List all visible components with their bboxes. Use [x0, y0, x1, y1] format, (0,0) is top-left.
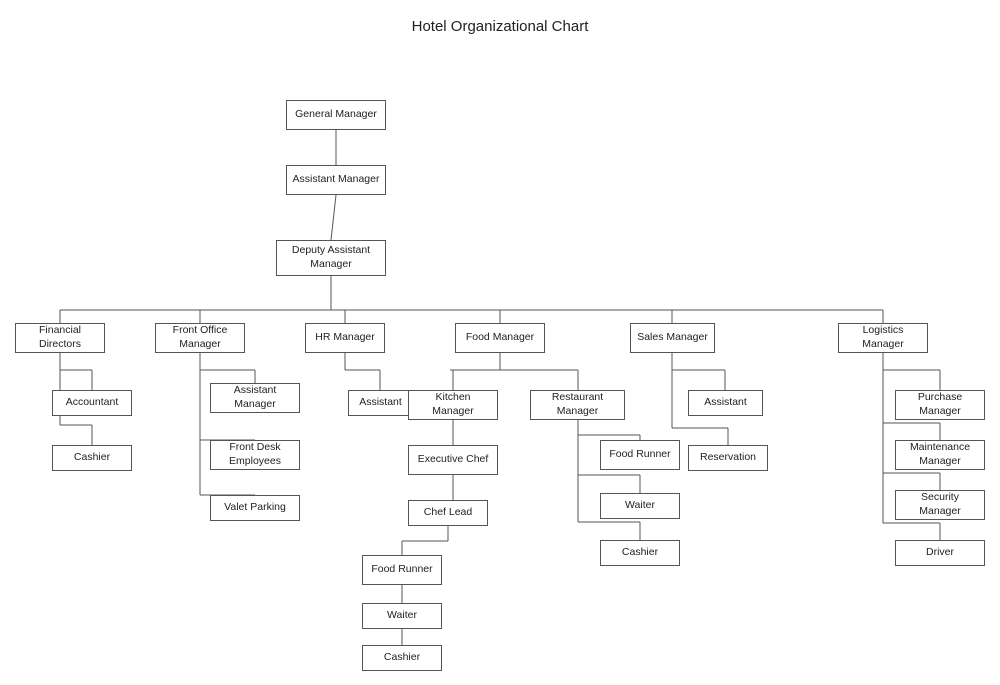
connector-lines — [0, 45, 1000, 685]
org-chart: General Manager Assistant Manager Deputy… — [0, 45, 1000, 685]
node-restaurant-manager: Restaurant Manager — [530, 390, 625, 420]
node-assistant-manager: Assistant Manager — [286, 165, 386, 195]
node-purchase-manager: Purchase Manager — [895, 390, 985, 420]
node-general-manager: General Manager — [286, 100, 386, 130]
node-chef-lead: Chef Lead — [408, 500, 488, 526]
node-food-runner-km: Food Runner — [362, 555, 442, 585]
node-asst-manager-fo: Assistant Manager — [210, 383, 300, 413]
node-hr-manager: HR Manager — [305, 323, 385, 353]
node-waiter-rm: Waiter — [600, 493, 680, 519]
page-title: Hotel Organizational Chart — [0, 0, 1000, 45]
node-security-manager: Security Manager — [895, 490, 985, 520]
node-waiter-km: Waiter — [362, 603, 442, 629]
node-driver: Driver — [895, 540, 985, 566]
node-kitchen-manager: Kitchen Manager — [408, 390, 498, 420]
node-assistant-sales: Assistant — [688, 390, 763, 416]
node-assistant-hr: Assistant — [348, 390, 413, 416]
node-executive-chef: Executive Chef — [408, 445, 498, 475]
node-cashier-fin: Cashier — [52, 445, 132, 471]
node-deputy-assistant: Deputy Assistant Manager — [276, 240, 386, 276]
node-sales-manager: Sales Manager — [630, 323, 715, 353]
node-maintenance-manager: Maintenance Manager — [895, 440, 985, 470]
node-financial-directors: Financial Directors — [15, 323, 105, 353]
node-accountant: Accountant — [52, 390, 132, 416]
node-food-manager: Food Manager — [455, 323, 545, 353]
node-front-desk: Front Desk Employees — [210, 440, 300, 470]
node-reservation: Reservation — [688, 445, 768, 471]
node-logistics-manager: Logistics Manager — [838, 323, 928, 353]
node-food-runner-rm: Food Runner — [600, 440, 680, 470]
node-cashier-km: Cashier — [362, 645, 442, 671]
node-valet-parking: Valet Parking — [210, 495, 300, 521]
node-front-office-manager: Front Office Manager — [155, 323, 245, 353]
node-cashier-rm: Cashier — [600, 540, 680, 566]
